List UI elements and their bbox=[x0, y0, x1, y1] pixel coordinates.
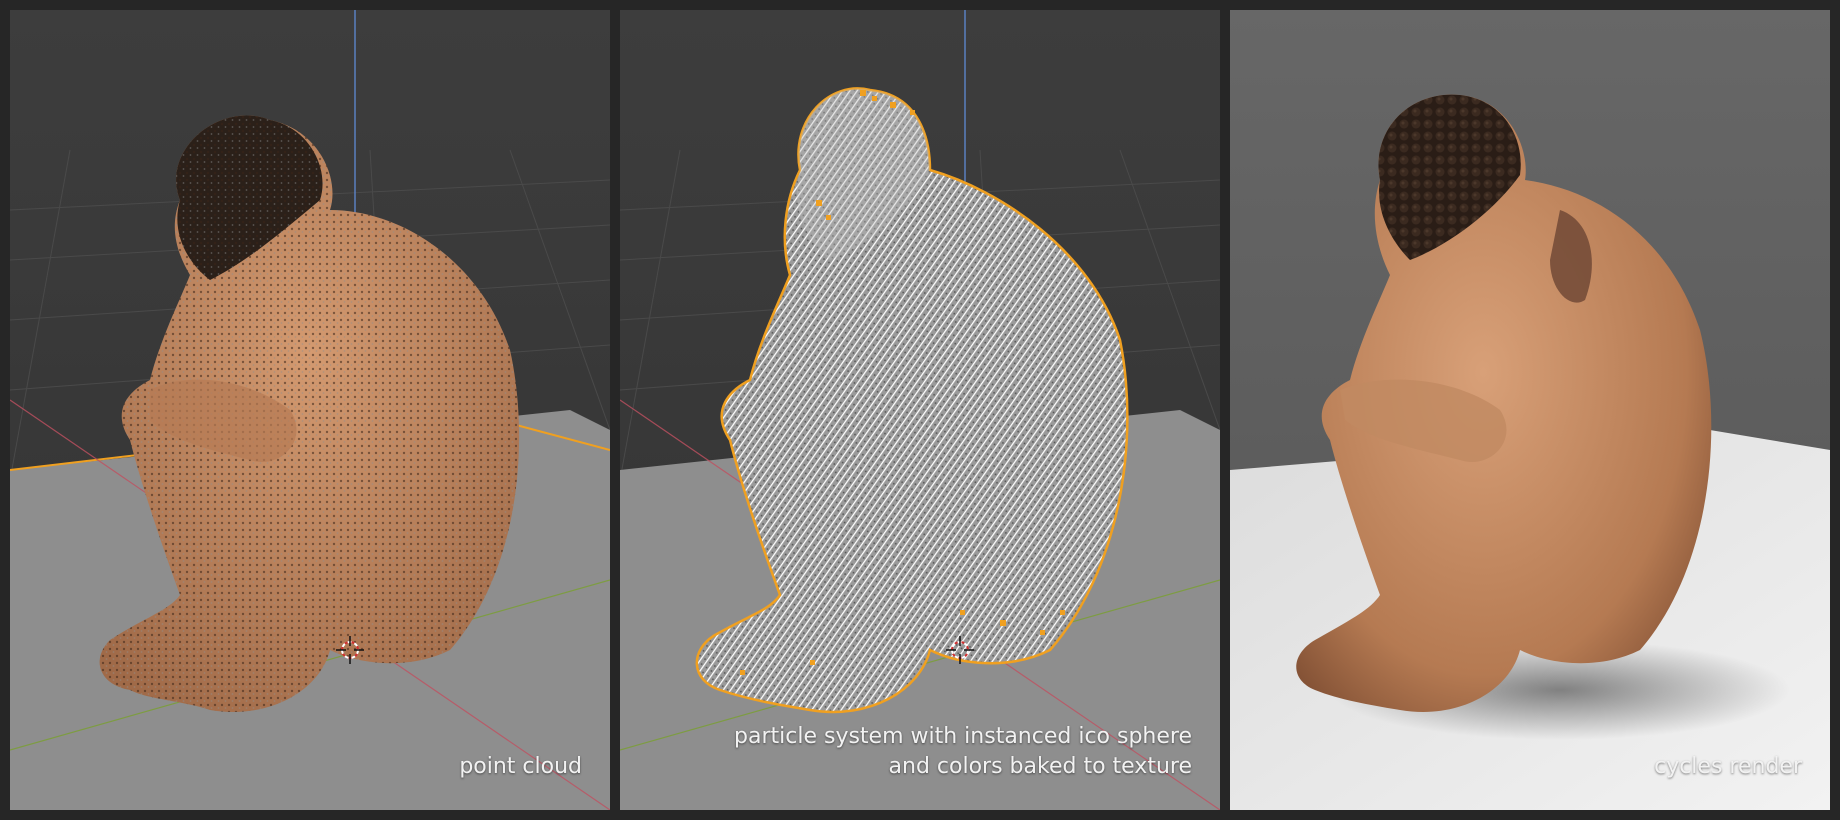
panel-caption: cycles render bbox=[1654, 754, 1802, 779]
panel-caption: particle system with instanced ico spher… bbox=[734, 724, 1192, 779]
comparison-strip: point cloud particle system with instanc… bbox=[0, 0, 1840, 820]
viewport-scene bbox=[620, 10, 1220, 810]
panel-caption: point cloud bbox=[459, 754, 582, 779]
viewport-panel-particle-system[interactable]: particle system with instanced ico spher… bbox=[620, 10, 1220, 810]
render-scene bbox=[1230, 10, 1830, 810]
viewport-panel-point-cloud[interactable]: point cloud bbox=[10, 10, 610, 810]
viewport-scene bbox=[10, 10, 610, 810]
render-panel-cycles: cycles render bbox=[1230, 10, 1830, 810]
